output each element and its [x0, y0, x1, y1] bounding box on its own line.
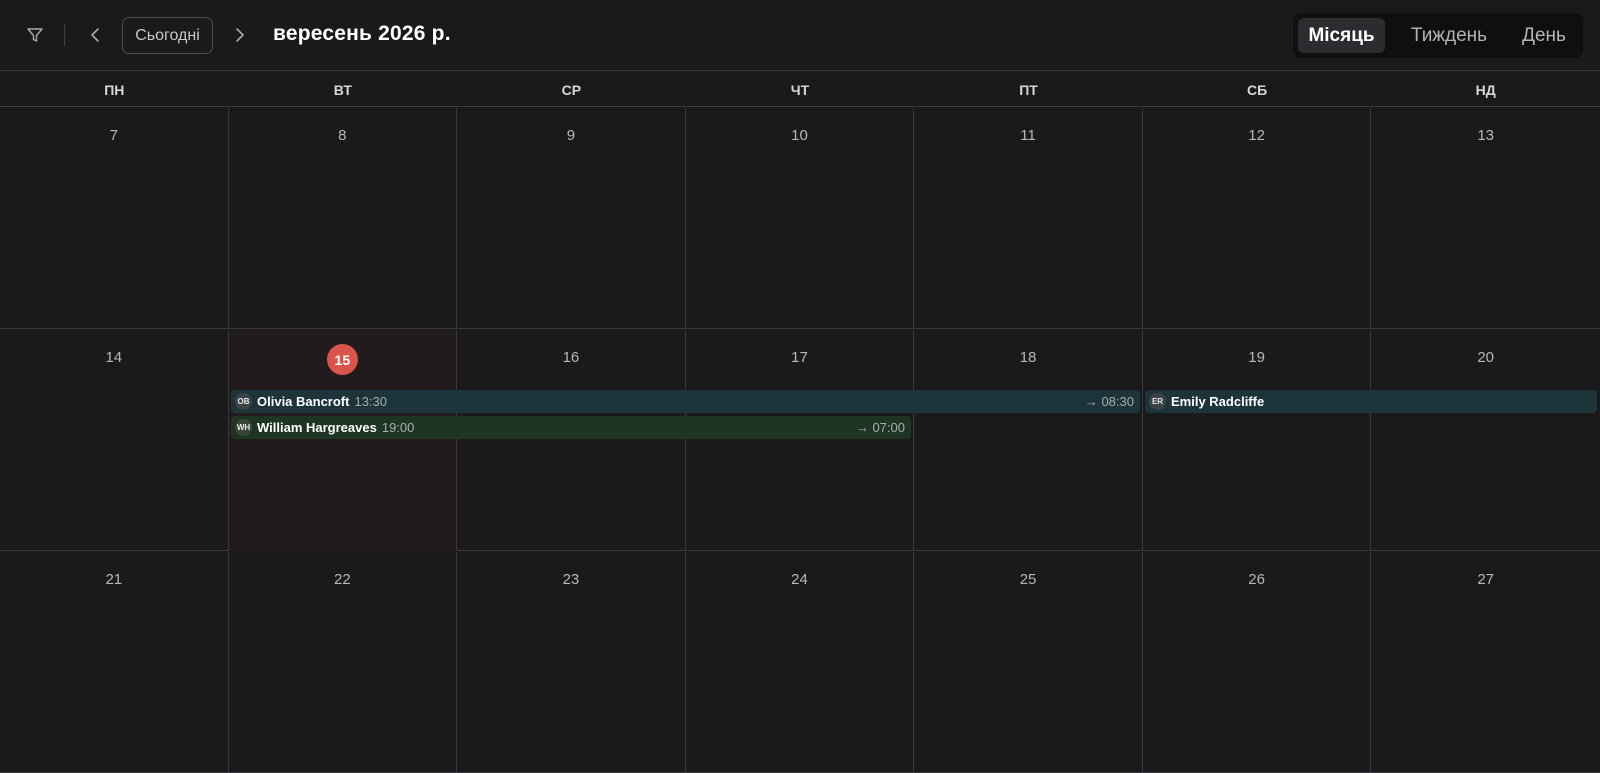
day-cell[interactable]: 20: [1371, 330, 1600, 551]
weekday-label: НД: [1475, 81, 1496, 98]
day-cell[interactable]: 26: [1143, 552, 1372, 773]
day-cell[interactable]: 25: [914, 552, 1143, 773]
weekday-label: ПН: [104, 81, 125, 98]
day-number: 18: [1019, 349, 1037, 366]
day-number: 9: [566, 127, 576, 144]
day-number: 22: [334, 571, 351, 588]
event-bar[interactable]: WH William Hargreaves 19:00 → 07:00: [231, 416, 911, 439]
day-cell[interactable]: 9: [457, 108, 686, 329]
day-cell[interactable]: 16: [457, 330, 686, 551]
today-badge: 15: [326, 344, 358, 375]
day-cell[interactable]: 21: [0, 552, 229, 773]
chevron-right-icon[interactable]: [225, 21, 253, 49]
week-row: 21 22 23 24 25 26 27: [0, 552, 1600, 773]
day-cell[interactable]: 27: [1371, 552, 1600, 773]
day-number: 12: [1248, 127, 1265, 144]
event-end-time: → 07:00: [855, 420, 905, 435]
event-bar[interactable]: OB Olivia Bancroft 13:30 → 08:30: [231, 390, 1140, 413]
day-number: 17: [791, 349, 808, 366]
month-title: вересень 2026 р.: [273, 22, 451, 45]
day-cell[interactable]: 13: [1371, 108, 1600, 329]
event-start-time: 19:00: [381, 420, 415, 435]
day-number: 16: [562, 349, 580, 366]
event-name: William Hargreaves: [257, 420, 377, 435]
weekday-label: ВТ: [333, 81, 352, 98]
day-cell[interactable]: 7: [0, 108, 229, 329]
view-month-tab[interactable]: Місяць: [1298, 18, 1385, 53]
day-cell[interactable]: 18: [914, 330, 1143, 551]
day-number: 27: [1477, 571, 1495, 588]
day-cell[interactable]: 17: [686, 330, 915, 551]
day-cell-today[interactable]: 15: [228, 330, 458, 551]
day-cell[interactable]: 12: [1143, 108, 1372, 329]
day-number: 24: [791, 571, 808, 588]
day-number: 11: [1020, 127, 1036, 144]
day-cell[interactable]: 19: [1143, 330, 1372, 551]
day-number: 7: [109, 127, 118, 144]
day-cell[interactable]: 14: [0, 330, 229, 551]
week-row: 14 15 16 17 18 19 20 OB Olivia Bancroft …: [0, 330, 1600, 551]
weekday-label: СР: [561, 81, 582, 98]
view-week-tab[interactable]: Тиждень: [1393, 18, 1505, 53]
view-switcher: Місяць Тиждень День: [1293, 13, 1583, 58]
toolbar-divider: [64, 24, 65, 46]
day-number: 20: [1477, 349, 1495, 366]
day-cell[interactable]: 10: [686, 108, 915, 329]
avatar: OB: [235, 393, 252, 410]
avatar: WH: [235, 419, 252, 436]
weekday-label: ПТ: [1019, 81, 1038, 98]
day-number: 21: [105, 571, 123, 588]
chevron-left-icon[interactable]: [82, 21, 110, 49]
week-row: 7 8 9 10 11 12 13: [0, 108, 1600, 329]
event-name: Emily Radcliffe: [1171, 394, 1265, 409]
day-number: 19: [1248, 349, 1265, 366]
avatar: ER: [1149, 393, 1166, 410]
day-number: 10: [791, 127, 808, 144]
day-cell[interactable]: 23: [457, 552, 686, 773]
calendar-toolbar: Сьогодні вересень 2026 р. Місяць Тиждень…: [0, 0, 1600, 71]
day-number: 14: [105, 349, 123, 366]
weekday-label: СБ: [1247, 81, 1268, 98]
day-cell[interactable]: 8: [229, 108, 458, 329]
event-end-time: → 08:30: [1084, 394, 1134, 409]
day-cell[interactable]: 22: [229, 552, 458, 773]
event-start-time: 13:30: [354, 394, 388, 409]
day-number: 26: [1248, 571, 1265, 588]
day-number: 25: [1019, 571, 1037, 588]
day-number: 13: [1477, 127, 1495, 144]
day-number: 8: [338, 127, 347, 144]
day-cell[interactable]: 11: [914, 108, 1143, 329]
weekday-label: ЧТ: [790, 81, 810, 98]
weekday-header: ПН ВТ СР ЧТ ПТ СБ НД: [0, 72, 1600, 107]
day-number: 23: [562, 571, 580, 588]
day-cell[interactable]: 24: [686, 552, 915, 773]
event-name: Olivia Bancroft: [257, 394, 350, 409]
event-bar[interactable]: ER Emily Radcliffe: [1145, 390, 1597, 413]
view-day-tab[interactable]: День: [1511, 18, 1577, 53]
filter-icon[interactable]: [20, 20, 50, 50]
today-button[interactable]: Сьогодні: [122, 17, 213, 54]
